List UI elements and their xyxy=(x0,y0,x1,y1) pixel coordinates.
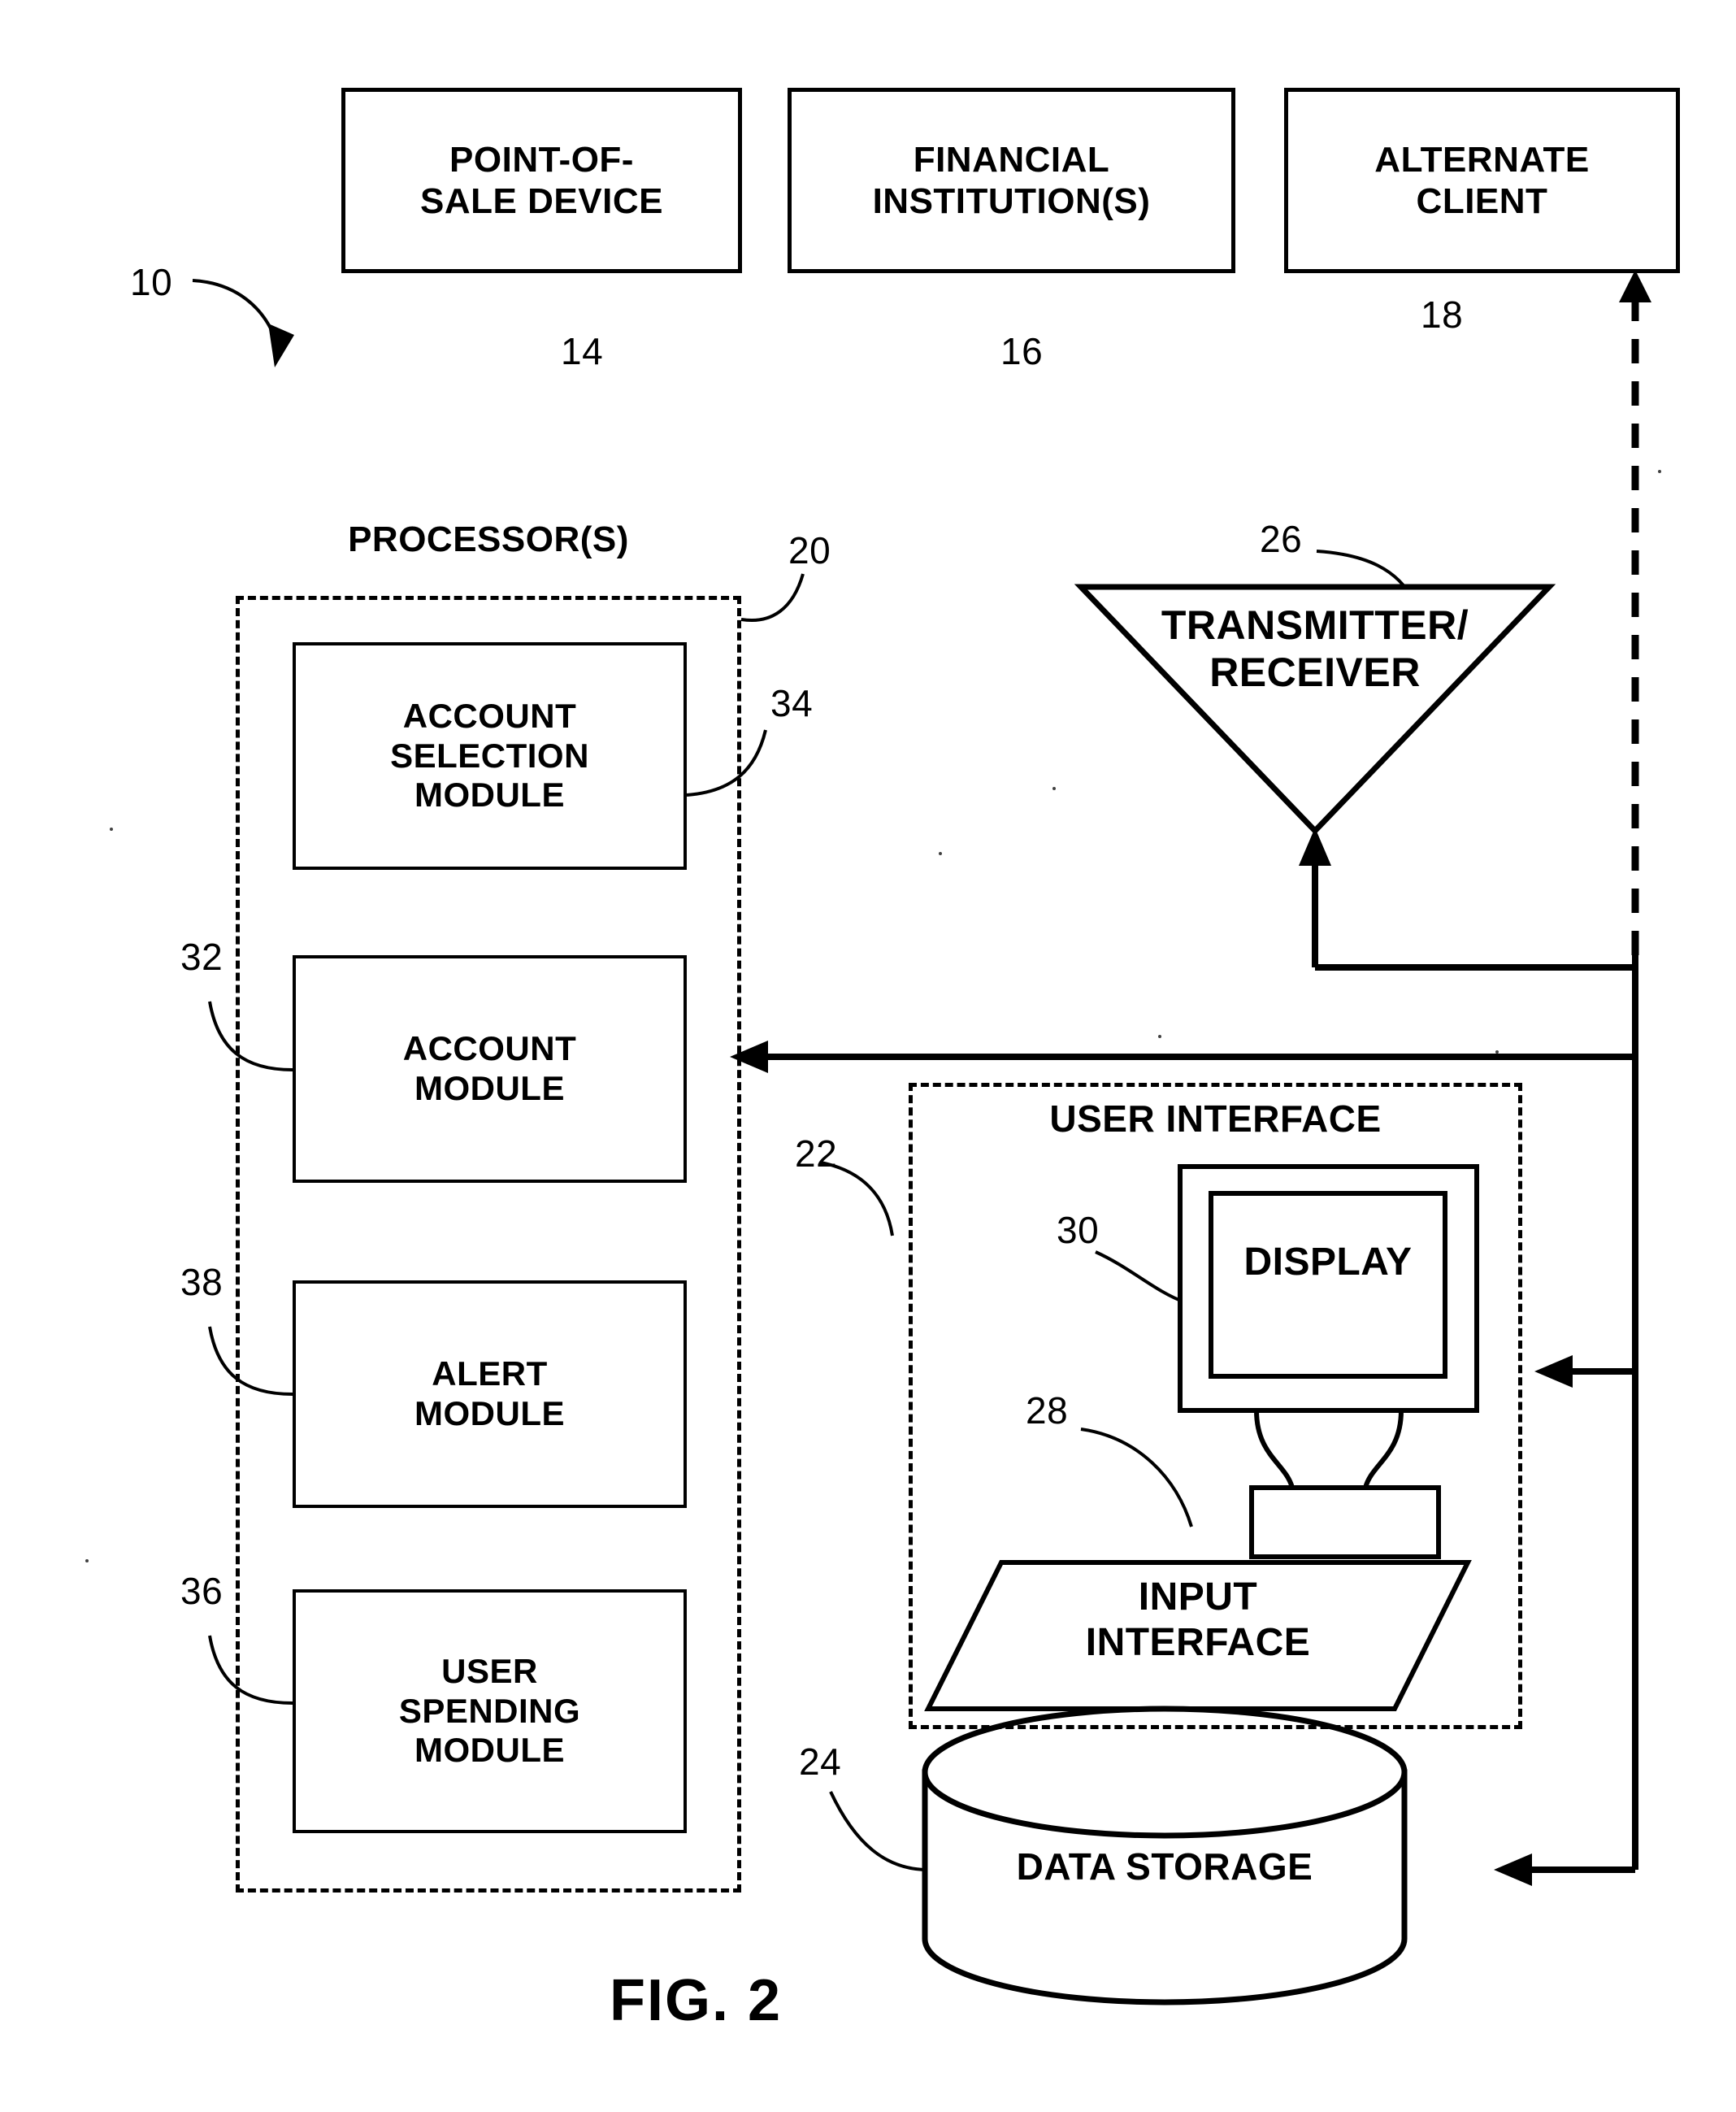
module-alert[interactable]: ALERT MODULE xyxy=(293,1280,687,1508)
block-label: POINT-OF- SALE DEVICE xyxy=(420,139,663,221)
module-label: ACCOUNT MODULE xyxy=(402,1029,577,1107)
input-interface-label: INPUT INTERFACE xyxy=(1085,1575,1311,1664)
ref-numeral-26: 26 xyxy=(1260,518,1303,560)
ref-numeral-20: 20 xyxy=(788,529,831,571)
lead-line-24 xyxy=(829,1791,929,1871)
lead-line-20 xyxy=(740,573,805,622)
ref-numeral-10: 10 xyxy=(130,261,173,303)
ref-numeral-32: 32 xyxy=(180,936,224,978)
data-storage-label: DATA STORAGE xyxy=(1016,1845,1313,1888)
ref-numeral-18: 18 xyxy=(1421,293,1464,336)
scan-speck xyxy=(85,1559,89,1562)
scan-speck xyxy=(939,852,942,855)
ref-numeral-16: 16 xyxy=(1000,330,1044,372)
module-account-selection[interactable]: ACCOUNT SELECTION MODULE xyxy=(293,642,687,870)
figure-caption: FIG. 2 xyxy=(610,1968,783,2033)
scan-speck xyxy=(1158,1035,1161,1038)
user-interface-title: USER INTERFACE xyxy=(1049,1097,1382,1140)
lead-line-26 xyxy=(1316,550,1416,602)
ref-numeral-28: 28 xyxy=(1026,1389,1069,1432)
ref-numeral-14: 14 xyxy=(561,330,604,372)
lead-line-10 xyxy=(192,279,294,367)
block-point-of-sale-device[interactable]: POINT-OF- SALE DEVICE xyxy=(341,88,742,273)
transmitter-receiver-label: TRANSMITTER/ RECEIVER xyxy=(1161,602,1469,695)
ref-numeral-38: 38 xyxy=(180,1261,224,1303)
block-label: ALTERNATE CLIENT xyxy=(1374,139,1590,221)
ref-numeral-34: 34 xyxy=(770,682,814,724)
ref-numeral-30: 30 xyxy=(1057,1209,1100,1251)
display-label: DISPLAY xyxy=(1243,1241,1413,1284)
processor-title: PROCESSOR(S) xyxy=(348,519,629,559)
ref-numeral-22: 22 xyxy=(795,1132,838,1175)
module-label: ACCOUNT SELECTION MODULE xyxy=(390,696,589,815)
module-label: USER SPENDING MODULE xyxy=(398,1651,581,1770)
module-user-spending[interactable]: USER SPENDING MODULE xyxy=(293,1589,687,1833)
ref-numeral-36: 36 xyxy=(180,1570,224,1612)
block-label: FINANCIAL INSTITUTION(S) xyxy=(872,139,1151,221)
ref-numeral-24: 24 xyxy=(799,1740,842,1783)
wireless-link-to-alternate-client xyxy=(1619,270,1651,955)
patent-figure-page: POINT-OF- SALE DEVICE 14 FINANCIAL INSTI… xyxy=(0,0,1736,2112)
module-label: ALERT MODULE xyxy=(414,1354,565,1432)
block-alternate-client[interactable]: ALTERNATE CLIENT xyxy=(1284,88,1680,273)
scan-speck xyxy=(110,828,113,831)
scan-speck xyxy=(1052,787,1056,790)
scan-speck xyxy=(1495,1050,1499,1054)
module-account[interactable]: ACCOUNT MODULE xyxy=(293,955,687,1183)
block-financial-institutions[interactable]: FINANCIAL INSTITUTION(S) xyxy=(788,88,1235,273)
scan-speck xyxy=(1658,470,1661,473)
